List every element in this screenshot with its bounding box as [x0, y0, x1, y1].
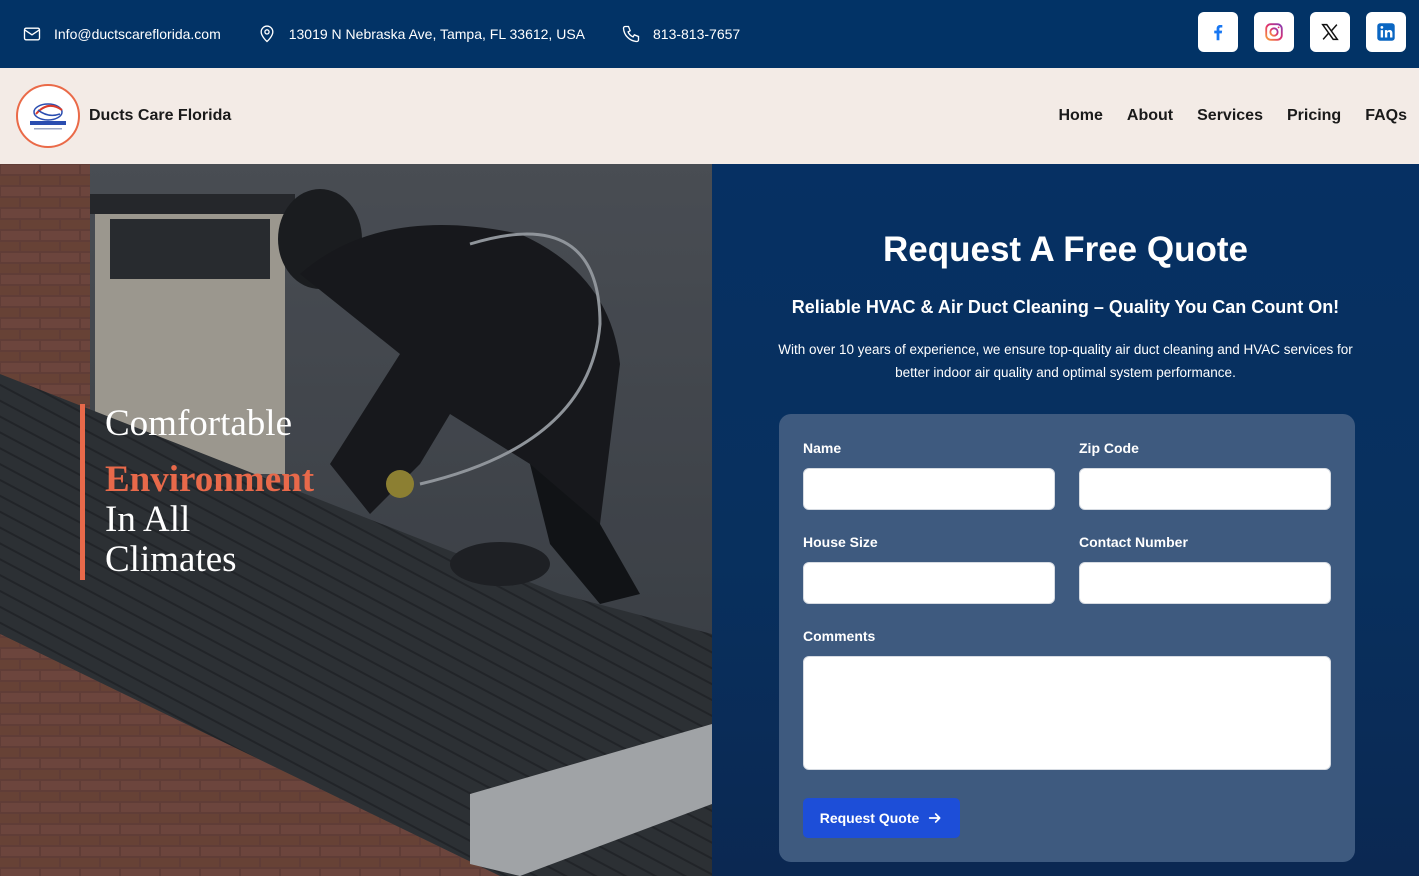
- zip-input[interactable]: [1079, 468, 1331, 510]
- x-link[interactable]: [1310, 12, 1350, 52]
- quote-section: Request A Free Quote Reliable HVAC & Air…: [712, 164, 1419, 876]
- logo-graphic: [30, 103, 66, 130]
- comments-label: Comments: [803, 628, 876, 644]
- brand-name[interactable]: Ducts Care Florida: [89, 107, 231, 125]
- hero-line-1: Comfortable: [105, 403, 293, 444]
- hero-line-3: In All: [105, 499, 191, 540]
- name-input[interactable]: [803, 468, 1055, 510]
- phone-icon: [622, 25, 640, 43]
- house-size-label: House Size: [803, 534, 878, 550]
- phone-contact[interactable]: 813-813-7657: [621, 24, 740, 44]
- email-contact[interactable]: Info@ductscareflorida.com: [22, 24, 221, 44]
- nav-services[interactable]: Services: [1197, 107, 1263, 125]
- name-label: Name: [803, 440, 842, 456]
- x-icon: [1321, 23, 1339, 41]
- facebook-icon: [1214, 24, 1223, 41]
- contact-number-input[interactable]: [1079, 562, 1331, 604]
- main-navbar: Ducts Care Florida Home About Services P…: [0, 68, 1419, 164]
- zip-group: Zip Code: [1079, 440, 1331, 510]
- arrow-right-icon: [929, 813, 941, 823]
- instagram-icon: [1265, 23, 1283, 41]
- comments-group: Comments: [803, 628, 1331, 770]
- address-text[interactable]: 13019 N Nebraska Ave, Tampa, FL 33612, U…: [289, 26, 585, 42]
- house-size-input[interactable]: [803, 562, 1055, 604]
- comments-textarea[interactable]: [803, 656, 1331, 770]
- quote-title: Request A Free Quote: [883, 230, 1248, 269]
- hero-line-4: Climates: [105, 539, 237, 580]
- hero-headline: Comfortable Environment In All Climates: [80, 404, 314, 580]
- hero-section: Comfortable Environment In All Climates: [0, 164, 712, 876]
- nav-faqs[interactable]: FAQs: [1365, 107, 1407, 125]
- email-text[interactable]: Info@ductscareflorida.com: [54, 26, 221, 42]
- nav-about[interactable]: About: [1127, 107, 1173, 125]
- instagram-link[interactable]: [1254, 12, 1294, 52]
- house-size-group: House Size: [803, 534, 1055, 604]
- top-bar: Info@ductscareflorida.com 13019 N Nebras…: [0, 0, 1419, 68]
- address-contact[interactable]: 13019 N Nebraska Ave, Tampa, FL 33612, U…: [257, 24, 585, 44]
- brand-logo[interactable]: [16, 84, 80, 148]
- contact-number-group: Contact Number: [1079, 534, 1331, 604]
- mail-icon: [23, 27, 41, 41]
- zip-label: Zip Code: [1079, 440, 1139, 456]
- quote-description: With over 10 years of experience, we ens…: [778, 342, 1353, 380]
- nav-pricing[interactable]: Pricing: [1287, 107, 1341, 125]
- phone-text[interactable]: 813-813-7657: [653, 26, 740, 42]
- nav-home[interactable]: Home: [1058, 107, 1102, 125]
- location-pin-icon: [260, 25, 274, 43]
- facebook-link[interactable]: [1198, 12, 1238, 52]
- request-quote-button[interactable]: Request Quote: [803, 798, 960, 838]
- request-quote-label: Request Quote: [819, 810, 920, 826]
- contact-number-label: Contact Number: [1079, 534, 1188, 550]
- linkedin-icon: [1377, 23, 1395, 41]
- name-group: Name: [803, 440, 1055, 510]
- hero-line-accent: Environment: [105, 459, 315, 500]
- quote-form: Name Zip Code House Size Contact Number …: [779, 414, 1355, 862]
- social-links: [1198, 12, 1406, 52]
- linkedin-link[interactable]: [1366, 12, 1406, 52]
- main-menu: Home About Services Pricing FAQs: [1058, 68, 1407, 164]
- quote-subtitle: Reliable HVAC & Air Duct Cleaning – Qual…: [791, 297, 1340, 317]
